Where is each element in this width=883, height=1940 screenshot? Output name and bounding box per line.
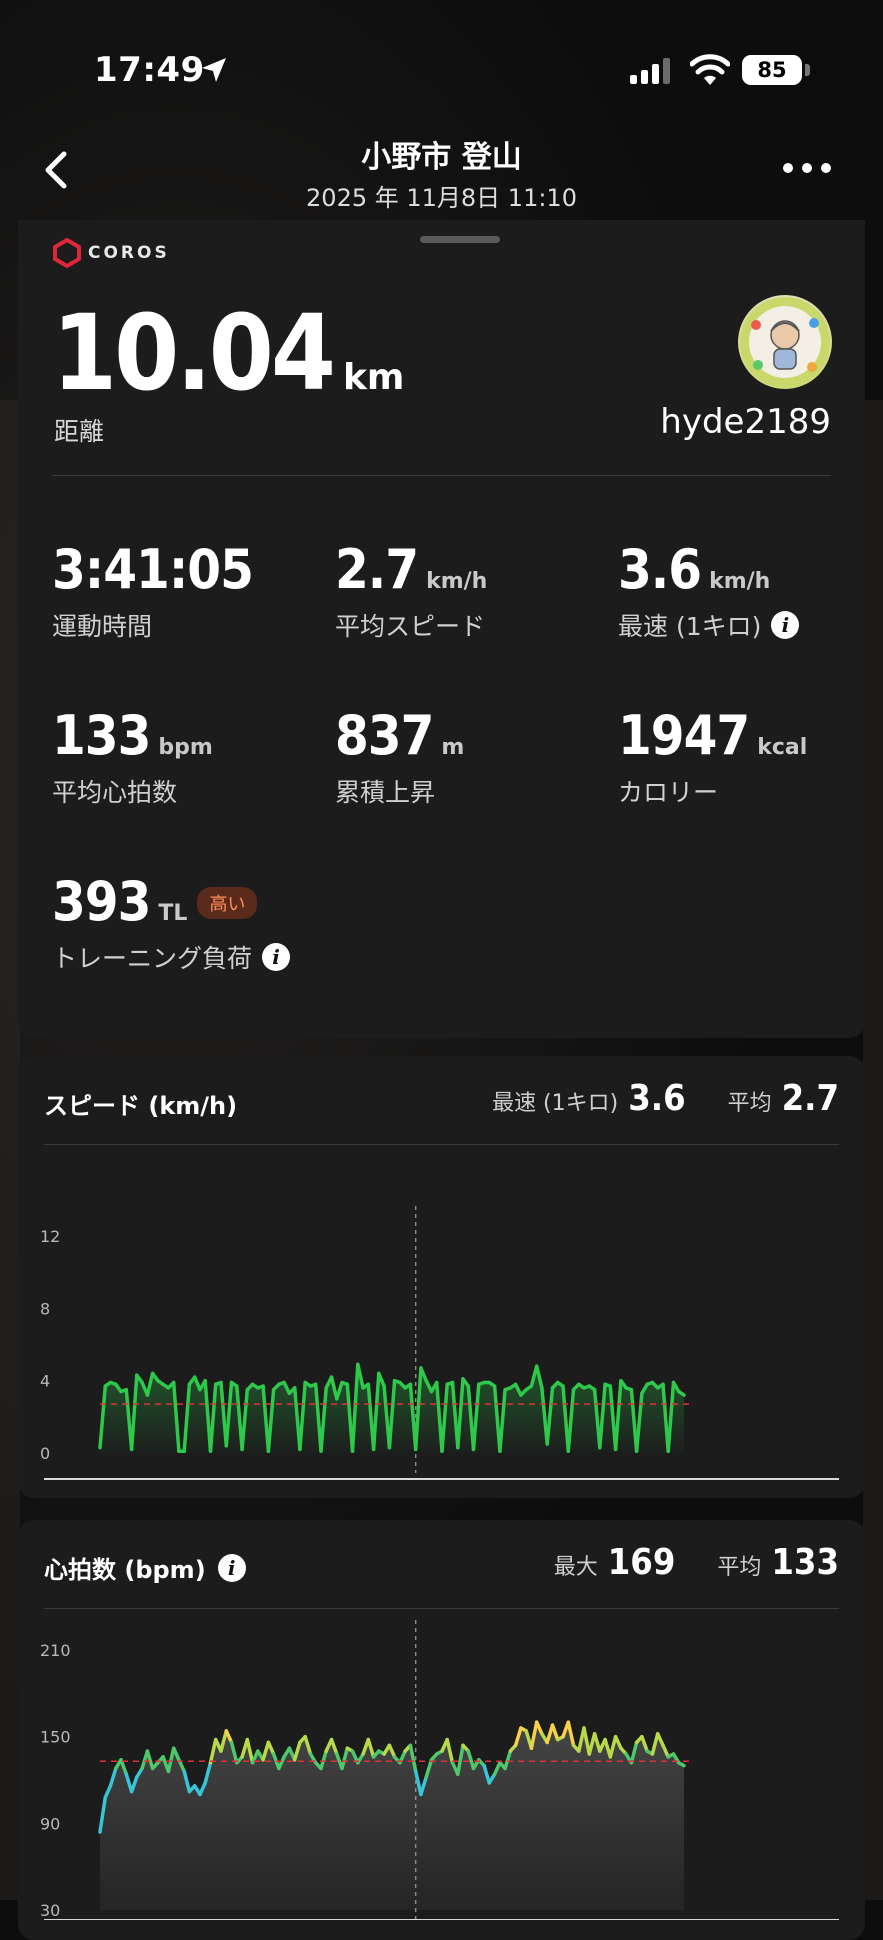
distance-value: 10.04 km: [52, 292, 404, 414]
brand-logo: COROS: [52, 238, 170, 268]
stat-label: 平均スピード: [335, 612, 486, 641]
stat-unit: bpm: [158, 735, 213, 760]
speed-chart-divider: [44, 1144, 839, 1145]
avatar[interactable]: [738, 295, 832, 389]
stat-value: 1947: [618, 704, 750, 767]
y-tick-label: 150: [40, 1728, 71, 1747]
stat-avg-speed: 2.7 km/h 平均スピード: [335, 538, 487, 643]
hr-chart-title: 心拍数 (bpm): [44, 1556, 206, 1584]
info-icon[interactable]: i: [262, 943, 291, 971]
stat-training-load: 393 TL 高い トレーニング負荷 i: [52, 870, 291, 975]
distance-unit: km: [342, 357, 405, 398]
x-tick-label: 180: [549, 1494, 599, 1496]
location-arrow-icon: [202, 58, 226, 82]
stat-unit: kcal: [757, 735, 808, 760]
speed-chart-title: スピード (km/h): [44, 1092, 238, 1120]
hr-max-label: 最大: [553, 1555, 598, 1580]
speed-chart[interactable]: 12 8 4 0 0 60 120 180 222: [18, 1146, 865, 1496]
speed-chart-card: スピード (km/h) 最速 (1キロ) 3.6 平均 2.7 12 8 4 0 0 60…: [18, 1056, 865, 1498]
coros-logo-icon: [53, 238, 81, 268]
stat-label: 平均心拍数: [52, 778, 178, 807]
avatar-illustration: [740, 297, 830, 387]
y-tick-label: 30: [40, 1901, 60, 1920]
hr-avg-value: 133: [771, 1542, 839, 1583]
training-load-badge: 高い: [197, 887, 258, 919]
stat-unit: km/h: [426, 569, 488, 594]
status-time: 17:49: [94, 50, 205, 90]
stat-duration: 3:41:05 運動時間: [52, 538, 261, 643]
stat-label: 累積上昇: [335, 778, 436, 807]
battery-tip: [805, 64, 810, 76]
wifi-icon: [690, 54, 730, 85]
hr-max-value: 169: [607, 1542, 676, 1583]
more-options-icon[interactable]: [783, 163, 833, 179]
sheet-grabber[interactable]: [420, 236, 500, 243]
stat-value: 837: [335, 704, 434, 767]
activity-summary-card: COROS 10.04 km 距離 hyde2189 3:41:05 運動時間 …: [18, 220, 865, 1038]
y-tick-label: 4: [40, 1372, 50, 1391]
brand-name: COROS: [88, 243, 170, 263]
stat-label: カロリー: [618, 778, 719, 807]
y-tick-label: 0: [40, 1444, 50, 1463]
y-tick-label: 210: [40, 1641, 71, 1660]
stat-value: 3:41:05: [52, 538, 254, 601]
stat-calories: 1947 kcal カロリー: [618, 704, 807, 809]
username: hyde2189: [660, 402, 831, 442]
distance-number: 10.04: [52, 292, 336, 414]
speed-max-value: 3.6: [628, 1078, 686, 1119]
x-tick-label: 0: [92, 1494, 109, 1496]
stat-unit: TL: [158, 901, 188, 926]
stat-max-speed: 3.6 km/h 最速 (1キロ) i: [618, 538, 800, 643]
y-tick-label: 12: [40, 1227, 60, 1246]
map-edge-right: [863, 400, 883, 1900]
x-tick-label: 120: [391, 1494, 441, 1496]
heart-rate-chart[interactable]: 210 150 90 30: [18, 1610, 865, 1920]
hr-avg-label: 平均: [717, 1555, 762, 1580]
map-edge-left: [0, 400, 20, 1900]
stat-value: 133: [52, 704, 151, 767]
heart-rate-chart-card: 心拍数 (bpm) i 最大 169 平均 133 210 150 90 30: [18, 1520, 865, 1940]
distance-label: 距離: [54, 417, 105, 446]
stat-value: 393: [52, 870, 151, 933]
x-tick-label: 222: [659, 1494, 709, 1496]
stat-label: トレーニング負荷: [52, 944, 253, 973]
activity-datetime: 2025 年 11月8日 11:10: [306, 184, 577, 212]
stat-unit: km/h: [709, 569, 771, 594]
stat-label: 最速 (1キロ): [618, 612, 762, 641]
page-title: 小野市 登山: [361, 140, 522, 175]
nav-header: 小野市 登山 2025 年 11月8日 11:10: [0, 110, 883, 220]
x-tick-label: 60: [241, 1494, 274, 1496]
stat-value: 3.6: [618, 538, 702, 601]
stat-label: 運動時間: [52, 612, 153, 641]
stat-unit: m: [441, 735, 465, 760]
cellular-signal-icon: [630, 58, 670, 84]
stat-avg-hr: 133 bpm 平均心拍数: [52, 704, 213, 809]
status-bar: 17:49 85: [0, 0, 883, 110]
stat-value: 2.7: [335, 538, 419, 601]
hr-chart-divider: [44, 1608, 839, 1609]
y-tick-label: 8: [40, 1299, 50, 1318]
battery-level: 85: [742, 55, 802, 85]
info-icon[interactable]: i: [771, 611, 800, 639]
y-tick-label: 90: [40, 1814, 60, 1833]
stat-elevation-gain: 837 m 累積上昇: [335, 704, 464, 809]
speed-avg-value: 2.7: [781, 1078, 839, 1119]
summary-divider: [52, 475, 831, 476]
info-icon[interactable]: i: [217, 1553, 246, 1582]
speed-max-label: 最速 (1キロ): [492, 1091, 619, 1116]
speed-avg-label: 平均: [727, 1091, 772, 1116]
